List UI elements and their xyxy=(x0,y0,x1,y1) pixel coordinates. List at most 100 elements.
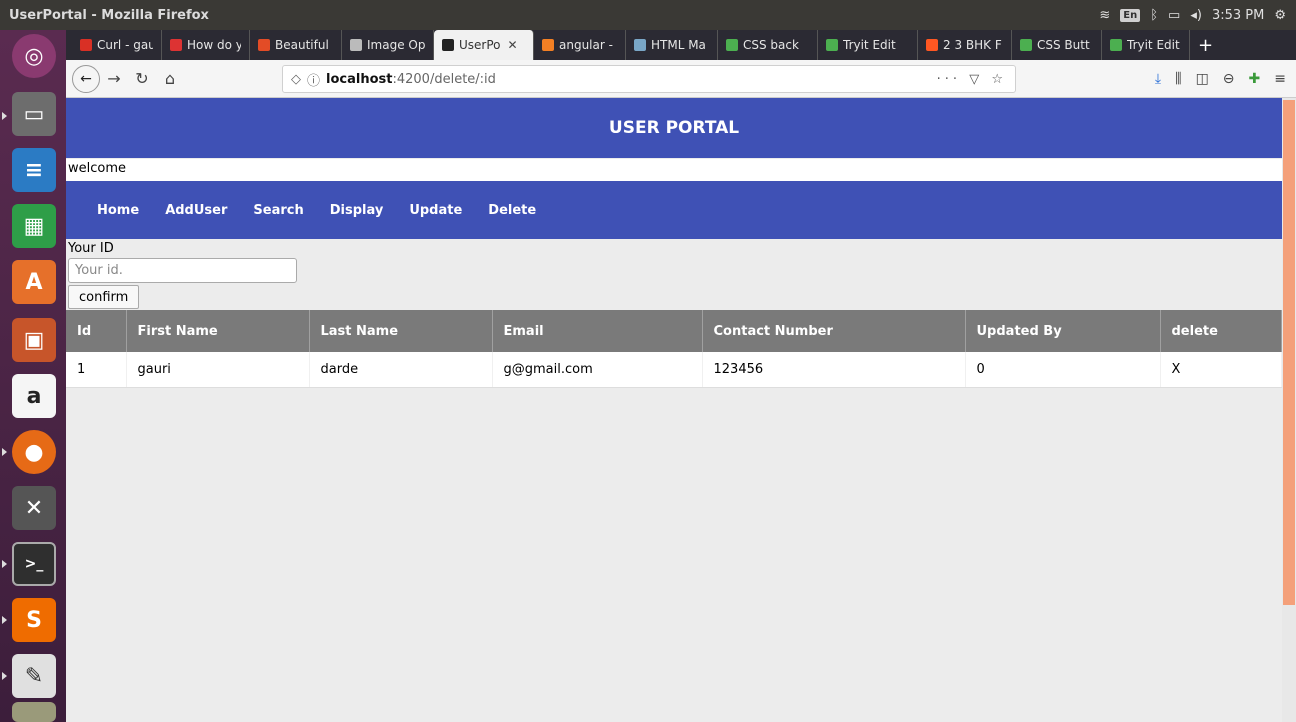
page-title: USER PORTAL xyxy=(608,118,740,138)
browser-tab[interactable]: Tryit Edit xyxy=(818,30,918,60)
account-icon[interactable]: ⊖ xyxy=(1223,71,1235,87)
menu-update[interactable]: Update xyxy=(409,203,462,218)
bluetooth-icon[interactable]: ᛒ xyxy=(1150,8,1158,23)
menu-delete[interactable]: Delete xyxy=(488,203,536,218)
library-icon[interactable]: ⫼ xyxy=(1175,71,1181,87)
users-table: Id First Name Last Name Email Contact Nu… xyxy=(66,310,1282,388)
language-indicator[interactable]: En xyxy=(1120,8,1141,22)
cell-contact: 123456 xyxy=(702,352,966,388)
column-header: delete xyxy=(1160,310,1282,352)
page-actions-icon[interactable]: ··· ▽ ☆ xyxy=(937,72,1007,87)
url-host: localhost xyxy=(326,71,393,87)
column-header: Updated By xyxy=(965,310,1161,352)
tab-favicon-icon xyxy=(542,39,554,51)
delete-form: Your ID confirm xyxy=(66,239,1282,309)
browser-tab-active[interactable]: UserPo ✕ xyxy=(434,30,534,60)
running-indicator xyxy=(2,672,7,680)
cell-updated-by: 0 xyxy=(965,352,1161,388)
page-content: USER PORTAL welcome Home AddUser Search … xyxy=(66,98,1282,722)
browser-tab[interactable]: 2 3 BHK F xyxy=(918,30,1012,60)
menu-adduser[interactable]: AddUser xyxy=(165,203,227,218)
tab-favicon-icon xyxy=(726,39,738,51)
amazon-icon[interactable]: a xyxy=(12,374,56,418)
tab-favicon-icon xyxy=(350,39,362,51)
url-bar[interactable]: ◇ ⓘ localhost:4200/delete/:id ··· ▽ ☆ xyxy=(282,65,1016,93)
browser-tab[interactable]: angular - xyxy=(534,30,626,60)
files-icon[interactable]: ▭ xyxy=(12,92,56,136)
browser-tab[interactable]: CSS Butt xyxy=(1012,30,1102,60)
menu-search[interactable]: Search xyxy=(253,203,303,218)
home-icon[interactable]: ⌂ xyxy=(156,69,184,88)
tab-favicon-icon xyxy=(258,39,270,51)
scrollbar-thumb[interactable] xyxy=(1283,100,1295,605)
running-indicator xyxy=(2,560,7,568)
column-header: Id xyxy=(66,310,127,352)
id-label: Your ID xyxy=(68,241,114,256)
impress-icon[interactable]: ▣ xyxy=(12,318,56,362)
firefox-icon[interactable]: ● xyxy=(12,430,56,474)
settings-icon[interactable]: ✕ xyxy=(12,486,56,530)
column-header: First Name xyxy=(126,310,310,352)
download-icon[interactable]: ⤓ xyxy=(1155,71,1161,87)
menu-home[interactable]: Home xyxy=(97,203,139,218)
sublime-icon[interactable]: S xyxy=(12,598,56,642)
id-input[interactable] xyxy=(68,258,297,283)
menu-icon[interactable]: ≡ xyxy=(1274,71,1286,87)
cell-email: g@gmail.com xyxy=(492,352,703,388)
browser-tab[interactable]: Tryit Edit xyxy=(1102,30,1190,60)
tab-favicon-icon xyxy=(170,39,182,51)
table-header-row: Id First Name Last Name Email Contact Nu… xyxy=(66,310,1282,352)
url-path: :4200/delete/:id xyxy=(392,71,496,87)
battery-icon[interactable]: ▭ xyxy=(1168,8,1180,23)
system-tray: ≋ En ᛒ ▭ ◂) 3:53 PM ⚙ xyxy=(1099,8,1286,23)
browser-tab[interactable]: Image Op xyxy=(342,30,434,60)
browser-tab[interactable]: HTML Ma xyxy=(626,30,718,60)
system-top-bar: UserPortal - Mozilla Firefox ≋ En ᛒ ▭ ◂)… xyxy=(0,0,1296,30)
new-tab-icon[interactable]: + xyxy=(1190,35,1221,56)
tab-strip: Curl - gau How do y Beautiful Image Op U… xyxy=(66,30,1296,60)
browser-tab[interactable]: Curl - gau xyxy=(72,30,162,60)
power-icon[interactable]: ⚙ xyxy=(1274,8,1286,23)
trash-icon[interactable] xyxy=(12,702,56,722)
wifi-icon[interactable]: ≋ xyxy=(1099,8,1110,23)
close-tab-icon[interactable]: ✕ xyxy=(508,38,518,52)
shield-icon[interactable]: ◇ xyxy=(291,72,301,87)
window-title: UserPortal - Mozilla Firefox xyxy=(9,7,209,23)
forward-icon[interactable]: → xyxy=(100,69,128,88)
back-button[interactable]: ← xyxy=(72,64,100,93)
tab-favicon-icon xyxy=(80,39,92,51)
running-indicator xyxy=(2,112,7,120)
running-indicator xyxy=(2,448,7,456)
cell-id: 1 xyxy=(66,352,127,388)
portal-header: USER PORTAL xyxy=(66,98,1282,158)
info-icon[interactable]: ⓘ xyxy=(307,70,320,89)
software-icon[interactable]: A xyxy=(12,260,56,304)
reload-icon[interactable]: ↻ xyxy=(128,69,156,88)
terminal-icon[interactable]: >_ xyxy=(12,542,56,586)
delete-row-button[interactable]: X xyxy=(1160,352,1282,388)
extension-icon[interactable]: ✚ xyxy=(1249,71,1261,87)
browser-tab[interactable]: CSS back xyxy=(718,30,818,60)
table-row: 1 gauri darde g@gmail.com 123456 0 X xyxy=(66,352,1282,388)
tab-favicon-icon xyxy=(634,39,646,51)
tab-favicon-icon xyxy=(826,39,838,51)
calc-icon[interactable]: ▦ xyxy=(12,204,56,248)
volume-icon[interactable]: ◂) xyxy=(1190,8,1202,23)
welcome-text: welcome xyxy=(66,159,1282,181)
cell-last-name: darde xyxy=(309,352,493,388)
sidebar-icon[interactable]: ◫ xyxy=(1196,71,1209,87)
confirm-button[interactable]: confirm xyxy=(68,285,140,309)
tab-favicon-icon xyxy=(926,39,938,51)
tab-favicon-icon xyxy=(442,39,454,51)
browser-tab[interactable]: Beautiful xyxy=(250,30,342,60)
writer-icon[interactable]: ≡ xyxy=(12,148,56,192)
column-header: Email xyxy=(492,310,703,352)
clock[interactable]: 3:53 PM xyxy=(1212,8,1264,23)
editor-icon[interactable]: ✎ xyxy=(12,654,56,698)
cell-first-name: gauri xyxy=(126,352,310,388)
menu-display[interactable]: Display xyxy=(330,203,384,218)
ubuntu-icon[interactable]: ◎ xyxy=(12,34,56,78)
browser-tab[interactable]: How do y xyxy=(162,30,250,60)
launcher: ◎ ▭ ≡ ▦ A ▣ a ● ✕ >_ S ✎ xyxy=(0,30,66,722)
column-header: Last Name xyxy=(309,310,493,352)
